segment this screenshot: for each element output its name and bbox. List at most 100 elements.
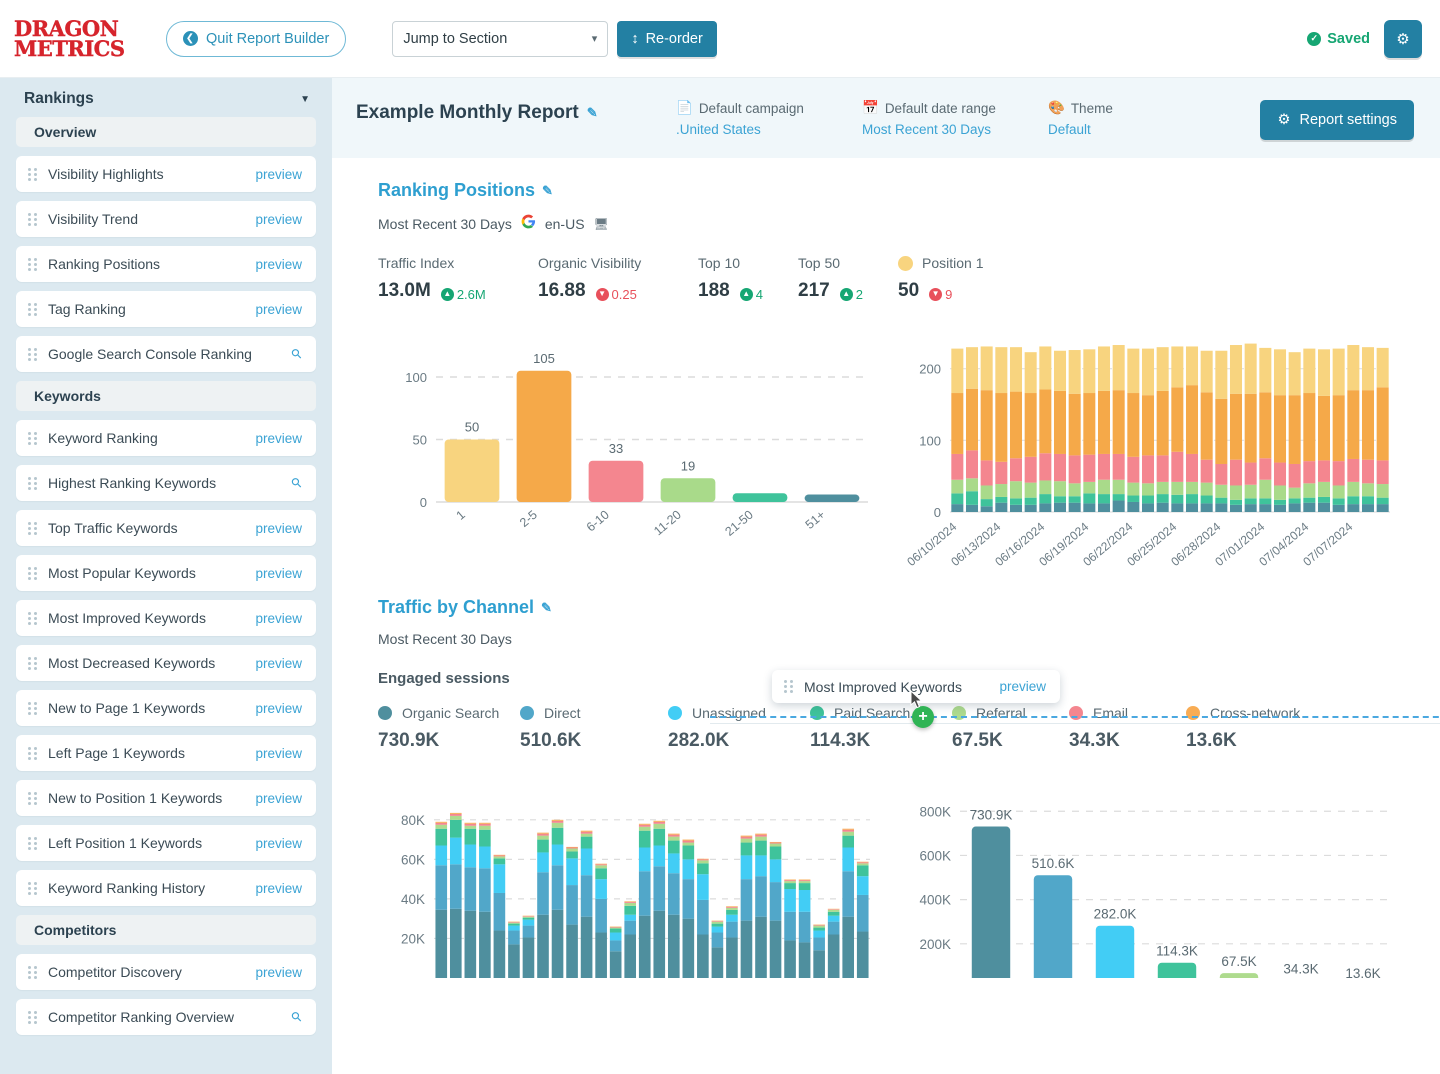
edit-pencil-icon[interactable]: ✎ xyxy=(541,600,552,616)
preview-link[interactable]: preview xyxy=(255,881,302,896)
drag-handle-icon[interactable] xyxy=(28,212,38,226)
preview-link[interactable]: preview xyxy=(255,302,302,317)
sidebar-item-ranking-positions[interactable]: Ranking Positions preview xyxy=(16,246,316,282)
drag-handle-icon[interactable] xyxy=(28,746,38,760)
settings-gear-button[interactable]: ⚙ xyxy=(1384,19,1422,58)
sidebar-section-header-rankings[interactable]: Rankings ▼ xyxy=(16,78,316,117)
drag-handle-icon[interactable] xyxy=(28,611,38,625)
drag-handle-icon[interactable] xyxy=(28,302,38,316)
sidebar-item-competitor-ranking-overview[interactable]: Competitor Ranking Overview ⚲ xyxy=(16,999,316,1035)
traffic-title-text: Traffic by Channel xyxy=(378,597,535,617)
metric-delta: ▲ 2 xyxy=(839,287,863,302)
preview-link[interactable]: preview xyxy=(255,791,302,806)
svg-text:1: 1 xyxy=(454,508,468,523)
legend-organic-search: Organic Search 730.9K xyxy=(378,705,520,752)
metric-label-text: Position 1 xyxy=(922,255,984,271)
sidebar-item-label: Google Search Console Ranking xyxy=(48,346,252,362)
sidebar-item-keyword-ranking-history[interactable]: Keyword Ranking History preview xyxy=(16,870,316,906)
svg-text:51+: 51+ xyxy=(803,508,828,532)
drag-ghost-preview-link[interactable]: preview xyxy=(999,679,1046,694)
legend-referral: Referral 67.5K xyxy=(952,705,1069,752)
drag-handle-icon[interactable] xyxy=(28,167,38,181)
drag-handle-icon[interactable] xyxy=(28,836,38,850)
drag-handle-icon[interactable] xyxy=(28,1010,38,1024)
preview-link[interactable]: preview xyxy=(255,167,302,182)
drag-handle-icon[interactable] xyxy=(28,881,38,895)
sidebar-item-tag-ranking[interactable]: Tag Ranking preview xyxy=(16,291,316,327)
sidebar-item-visibility-trend[interactable]: Visibility Trend preview xyxy=(16,201,316,237)
edit-pencil-icon[interactable]: ✎ xyxy=(542,183,553,199)
drag-handle-icon[interactable] xyxy=(28,347,38,361)
drag-handle-icon[interactable] xyxy=(28,476,38,490)
preview-link[interactable]: preview xyxy=(255,611,302,626)
sidebar-item-most-popular-keywords[interactable]: Most Popular Keywords preview xyxy=(16,555,316,591)
sidebar-item-competitor-discovery[interactable]: Competitor Discovery preview xyxy=(16,954,316,990)
report-settings-button[interactable]: ⚙ Report settings xyxy=(1260,100,1414,140)
sidebar-item-visibility-highlights[interactable]: Visibility Highlights preview xyxy=(16,156,316,192)
edit-pencil-icon[interactable]: ✎ xyxy=(587,105,598,121)
arrow-up-icon: ▲ xyxy=(440,287,454,301)
date-value[interactable]: Most Recent 30 Days xyxy=(862,122,1048,137)
preview-link[interactable]: preview xyxy=(255,521,302,536)
sidebar-item-highest-ranking-keywords[interactable]: Highest Ranking Keywords ⚲ xyxy=(16,465,316,501)
svg-text:105: 105 xyxy=(533,351,555,366)
sidebar-item-label: Left Position 1 Keywords xyxy=(48,835,203,851)
svg-text:200K: 200K xyxy=(919,937,951,952)
sidebar-item-most-decreased-keywords[interactable]: Most Decreased Keywords preview xyxy=(16,645,316,681)
sidebar-item-label: Competitor Discovery xyxy=(48,964,182,980)
jump-to-section-select[interactable]: Jump to Section ▾ xyxy=(392,20,609,57)
preview-link[interactable]: preview xyxy=(255,566,302,581)
drag-handle-icon[interactable] xyxy=(28,566,38,580)
legend-color-dot xyxy=(520,706,534,720)
sidebar-item-top-traffic-keywords[interactable]: Top Traffic Keywords preview xyxy=(16,510,316,546)
legend-color-dot xyxy=(668,706,682,720)
report-builder-app: DRAGON METRICS ❮ Quit Report Builder Jum… xyxy=(0,0,1440,1074)
preview-link[interactable]: preview xyxy=(255,836,302,851)
drag-handle-icon[interactable] xyxy=(28,791,38,805)
theme-value[interactable]: Default xyxy=(1048,122,1234,137)
legend-value: 67.5K xyxy=(952,730,1003,751)
preview-link[interactable]: preview xyxy=(255,257,302,272)
sidebar-item-new-to-position-1-keywords[interactable]: New to Position 1 Keywords preview xyxy=(16,780,316,816)
sidebar-item-left-position-1-keywords[interactable]: Left Position 1 Keywords preview xyxy=(16,825,316,861)
svg-text:67.5K: 67.5K xyxy=(1221,954,1256,969)
sidebar-group-overview: Overview xyxy=(16,117,316,147)
check-circle-icon: ✓ xyxy=(1307,31,1322,46)
preview-link[interactable]: preview xyxy=(255,656,302,671)
metric-label-text: Organic Visibility xyxy=(538,255,642,271)
drag-handle-icon[interactable] xyxy=(28,701,38,715)
report-header: Example Monthly Report ✎ 📄 Default campa… xyxy=(332,78,1440,158)
drag-handle-icon[interactable] xyxy=(28,431,38,445)
sidebar-item-label: Most Improved Keywords xyxy=(48,610,206,626)
svg-text:40K: 40K xyxy=(401,892,425,907)
metric-value-row: 13.0M ▲ 2.6M xyxy=(378,280,538,302)
drag-handle-icon[interactable] xyxy=(28,257,38,271)
reorder-button[interactable]: ↕ Re-order xyxy=(617,20,717,57)
drag-handle-icon[interactable] xyxy=(28,656,38,670)
preview-link[interactable]: preview xyxy=(255,965,302,980)
sidebar-item-left-page-1-keywords[interactable]: Left Page 1 Keywords preview xyxy=(16,735,316,771)
drag-handle-icon[interactable] xyxy=(28,965,38,979)
preview-link[interactable]: preview xyxy=(255,212,302,227)
drag-handle-icon[interactable] xyxy=(784,680,794,693)
traffic-daily-chart: 20K 40K 60K 80K xyxy=(378,778,878,983)
preview-link[interactable]: preview xyxy=(255,431,302,446)
sidebar-item-new-to-page-1-keywords[interactable]: New to Page 1 Keywords preview xyxy=(16,690,316,726)
status-badge-saved: ✓ Saved xyxy=(1307,31,1370,47)
dragon-metrics-logo[interactable]: DRAGON METRICS xyxy=(14,18,138,59)
campaign-value[interactable]: .United States xyxy=(676,122,862,137)
svg-text:282.0K: 282.0K xyxy=(1094,907,1137,922)
sidebar-item-keyword-ranking[interactable]: Keyword Ranking preview xyxy=(16,420,316,456)
quit-report-builder-button[interactable]: ❮ Quit Report Builder xyxy=(166,20,347,57)
metric-top-50: Top 50 217 ▲ 2 xyxy=(798,255,898,302)
drag-handle-icon[interactable] xyxy=(28,521,38,535)
sidebar-item-google-search-console-ranking[interactable]: Google Search Console Ranking ⚲ xyxy=(16,336,316,372)
meta-date-range: 📅 Default date range Most Recent 30 Days xyxy=(862,96,1048,137)
preview-link[interactable]: preview xyxy=(255,746,302,761)
sidebar-item-most-improved-keywords[interactable]: Most Improved Keywords preview xyxy=(16,600,316,636)
svg-text:800K: 800K xyxy=(919,804,951,819)
preview-link[interactable]: preview xyxy=(255,701,302,716)
legend-label: Unassigned xyxy=(692,705,766,721)
metric-delta: ▼ 9 xyxy=(929,287,952,302)
traffic-totals-chart: 200K 400K 600K 800K 730.9K 510.6K 282.0K 114.3K… xyxy=(898,778,1398,988)
